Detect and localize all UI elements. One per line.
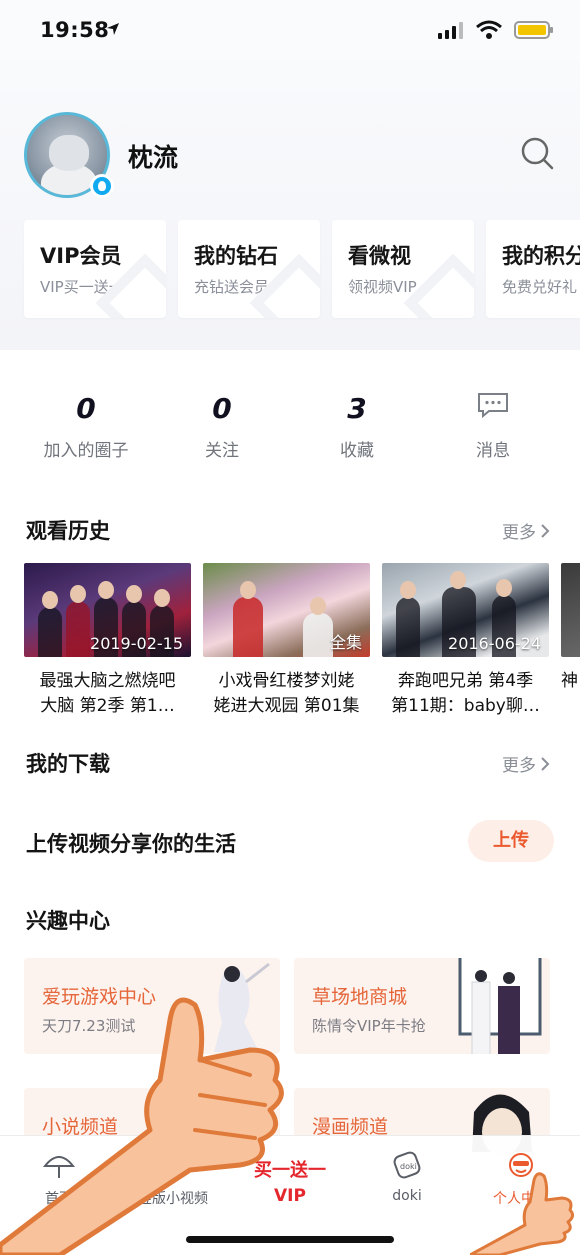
more-label: 更多 <box>502 756 536 776</box>
tab-doki[interactable]: doki doki <box>362 1150 452 1204</box>
video-thumbnail: 全集 <box>203 563 370 657</box>
caption-line: 奔跑吧兄弟 第4季 <box>397 671 534 691</box>
history-more-link[interactable]: 更多 <box>502 518 550 543</box>
history-item[interactable]: 神 <box>561 563 580 719</box>
stat-value: 3 <box>347 392 367 425</box>
signal-icon <box>438 22 463 39</box>
history-item[interactable]: 2016-06-24 奔跑吧兄弟 第4季 第11期：baby聊… <box>382 563 549 719</box>
tab-vip-promo[interactable]: 买一送一 VIP <box>244 1156 336 1206</box>
stat-label: 加入的圈子 <box>43 441 129 461</box>
interest-card-mall[interactable]: 草场地商城 陈情令VIP年卡抢 <box>294 958 550 1054</box>
status-bar: 19:58 <box>0 0 580 60</box>
stat-value: 0 <box>76 392 96 425</box>
upload-title: 上传视频分享你的生活 <box>26 832 236 856</box>
stat-label: 消息 <box>476 441 510 461</box>
video-date: 2019-02-15 <box>90 634 183 653</box>
status-icons <box>438 20 553 40</box>
video-thumbnail: 2019-02-15 <box>24 563 191 657</box>
video-caption: 最强大脑之燃烧吧 大脑 第2季 第1… <box>24 669 191 719</box>
stat-favorites[interactable]: 3 收藏 <box>297 392 417 461</box>
caption-line: 最强大脑之燃烧吧 <box>39 671 176 691</box>
username[interactable]: 枕流 <box>128 138 178 174</box>
battery-icon <box>514 21 553 39</box>
mall-poster-illustration <box>458 958 542 1054</box>
card-weishi[interactable]: 看微视 领视频VIP <box>332 220 474 318</box>
tab-label: 个人中心 <box>493 1191 549 1207</box>
game-character-illustration <box>214 962 270 1052</box>
history-list: 2019-02-15 最强大脑之燃烧吧 大脑 第2季 第1… 全集 小戏骨红楼梦… <box>24 563 580 719</box>
caption-line: 小戏骨红楼梦刘姥 <box>218 671 355 691</box>
chevron-right-icon <box>541 523 550 538</box>
stat-following[interactable]: 0 关注 <box>162 392 282 461</box>
tab-label: doki <box>392 1188 422 1204</box>
search-icon[interactable] <box>520 136 554 170</box>
video-caption: 小戏骨红楼梦刘姥 姥进大观园 第01集 <box>203 669 370 719</box>
card-vip[interactable]: VIP会员 VIP买一送一 <box>24 220 166 318</box>
stat-label: 收藏 <box>340 441 374 461</box>
doki-icon: doki <box>393 1151 421 1179</box>
home-indicator <box>186 1236 394 1243</box>
tab-label: 竖版小视频 <box>138 1191 208 1207</box>
tab-me[interactable]: 个人中心 <box>476 1150 566 1208</box>
umbrella-icon <box>42 1156 76 1178</box>
downloads-more-link[interactable]: 更多 <box>502 751 550 776</box>
history-item[interactable]: 2019-02-15 最强大脑之燃烧吧 大脑 第2季 第1… <box>24 563 191 719</box>
caption-line: 大脑 第2季 第1… <box>40 696 175 716</box>
tab-label: 首页 <box>45 1191 73 1207</box>
card-subtitle: 免费兑好礼 <box>502 278 578 296</box>
interest-card-games[interactable]: 爱玩游戏中心 天刀7.23测试 <box>24 958 280 1054</box>
video-thumbnail: 2016-06-24 <box>382 563 549 657</box>
video-caption: 神 <box>561 669 580 694</box>
video-thumbnail <box>561 563 580 657</box>
downloads-title: 我的下载 <box>26 752 110 776</box>
wifi-icon <box>476 20 502 39</box>
svg-text:doki: doki <box>400 1162 417 1171</box>
card-diamond[interactable]: 我的钻石 充钻送会员 <box>178 220 320 318</box>
profile-face-icon <box>509 1153 533 1177</box>
video-icon <box>159 1153 187 1177</box>
promo-line: VIP <box>274 1186 306 1206</box>
video-badge: 全集 <box>329 633 362 652</box>
video-date: 2016-06-24 <box>448 634 541 653</box>
card-points[interactable]: 我的积分 免费兑好礼 <box>486 220 580 318</box>
history-title: 观看历史 <box>26 519 110 543</box>
video-caption: 奔跑吧兄弟 第4季 第11期：baby聊… <box>382 669 549 719</box>
caption-line: 神 <box>561 671 578 691</box>
history-item[interactable]: 全集 小戏骨红楼梦刘姥 姥进大观园 第01集 <box>203 563 370 719</box>
more-label: 更多 <box>502 523 536 543</box>
stat-circles[interactable]: 0 加入的圈子 <box>26 392 146 461</box>
message-icon <box>478 393 508 418</box>
stat-messages[interactable]: 消息 <box>433 392 553 461</box>
upload-button[interactable]: 上传 <box>468 820 554 862</box>
chevron-right-icon <box>541 756 550 771</box>
location-arrow-icon <box>107 23 119 35</box>
caption-line: 第11期：baby聊… <box>391 696 540 716</box>
stat-label: 关注 <box>205 441 239 461</box>
profile-header: 枕流 VIP会员 VIP买一送一 我的钻石 充钻送会员 看微视 领视频VIP 我… <box>0 60 580 350</box>
card-title: 我的积分 <box>502 244 580 268</box>
tab-short-video[interactable]: 竖版小视频 <box>128 1150 218 1208</box>
promo-line: 买一送一 <box>254 1160 326 1181</box>
member-cards: VIP会员 VIP买一送一 我的钻石 充钻送会员 看微视 领视频VIP 我的积分… <box>24 220 580 318</box>
status-time: 19:58 <box>40 18 110 42</box>
tab-home[interactable]: 首页 <box>14 1150 104 1208</box>
interest-title: 兴趣中心 <box>26 909 110 933</box>
stat-value: 0 <box>212 392 232 425</box>
caption-line: 姥进大观园 第01集 <box>213 696 360 716</box>
qq-badge-icon <box>90 174 114 198</box>
stats-row: 0 加入的圈子 0 关注 3 收藏 消息 <box>0 392 580 472</box>
